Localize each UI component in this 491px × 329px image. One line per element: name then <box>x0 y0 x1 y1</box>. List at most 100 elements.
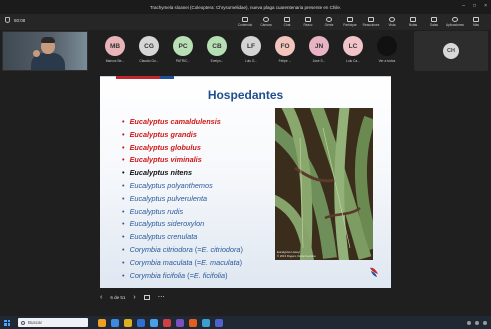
previous-slide-icon[interactable]: ‹ <box>100 294 102 301</box>
bullet-icon: • <box>122 270 125 280</box>
bullet-icon: • <box>122 257 125 267</box>
slide-blue-bar <box>160 76 174 79</box>
participant-tile[interactable]: CG Claudio Go... <box>134 36 164 63</box>
species-item: • Eucalyptus globulus <box>122 142 243 155</box>
participant-tile[interactable]: PC PATRIC... <box>168 36 198 63</box>
next-slide-icon[interactable]: › <box>133 294 135 301</box>
taskbar-apps <box>98 318 223 327</box>
spotlight-tile[interactable]: CH <box>414 31 488 71</box>
avatar: CG <box>139 36 159 56</box>
volume-icon[interactable] <box>475 320 479 325</box>
species-primary-name: Eucalyptus crenulata <box>129 232 198 242</box>
participant-tile[interactable]: FO Felipe ... <box>270 36 300 63</box>
taskbar-app-icon[interactable] <box>202 318 210 327</box>
taskbar-search[interactable]: Buscar <box>18 318 88 327</box>
toolbar-emoji-button[interactable]: Reacciones <box>362 14 380 30</box>
minimize-button[interactable]: – <box>462 3 465 9</box>
toolbar-label: Aplicaciones <box>446 23 464 27</box>
avatar: LC <box>343 36 363 56</box>
species-item: • Corymbia maculata (=E. maculata) <box>122 257 243 270</box>
presentation-slide: Hospedantes • Eucalyptus camaldulensis • Eu… <box>100 76 391 288</box>
toolbar-reaction-button[interactable]: Reacc <box>299 14 317 30</box>
toolbar-chat-button[interactable]: Chat <box>278 14 296 30</box>
meeting-timer: 50:08 <box>5 17 25 23</box>
toolbar-people-button[interactable]: Gente <box>320 14 338 30</box>
species-name: Eucalyptus grandis <box>130 129 197 142</box>
participant-tile[interactable]: MB Marcos Be... <box>100 36 130 63</box>
species-synonym: E. maculata <box>201 257 240 267</box>
meeting-toolbar: 50:08 Contenido Cámara Chat Reacc Gente Parti… <box>0 14 491 30</box>
raise-hand-icon <box>347 17 353 22</box>
toolbar-label: Contenido <box>237 23 253 27</box>
toolbar-rooms-button[interactable]: Salas <box>425 14 443 30</box>
toolbar-label: Salas <box>430 23 438 27</box>
bullet-icon: • <box>122 244 125 254</box>
species-item: • Eucalyptus pulverulenta <box>122 193 243 206</box>
search-placeholder: Buscar <box>28 320 43 325</box>
slides-grid-icon[interactable] <box>143 294 150 300</box>
camera-icon <box>263 17 269 22</box>
close-button[interactable]: × <box>484 3 487 9</box>
toolbar-view-button[interactable]: Vista <box>383 14 401 30</box>
presenter-hand <box>33 50 40 57</box>
host-species-list: • Eucalyptus camaldulensis • Eucalyptus gra… <box>122 116 243 282</box>
participant-name: Evelyn... <box>210 59 224 63</box>
species-primary-name: Eucalyptus viminalis <box>129 155 202 165</box>
maximize-button[interactable]: □ <box>473 3 476 9</box>
bullet-icon: • <box>122 180 125 190</box>
more-icon <box>473 17 479 22</box>
species-name: Corymbia citriodora (=E. citriodora) <box>130 244 243 257</box>
taskbar-app-icon[interactable] <box>163 318 171 327</box>
taskbar-app-icon[interactable] <box>150 318 158 327</box>
toolbar-more-button[interactable]: Más <box>467 14 485 30</box>
self-video[interactable] <box>2 31 88 71</box>
participant-tile[interactable]: CB Evelyn... <box>202 36 232 63</box>
species-item: • Eucalyptus rudis <box>122 206 243 219</box>
taskbar-app-icon[interactable] <box>189 318 197 327</box>
toolbar-label: Chat <box>283 23 291 27</box>
window-title: Trachymela sloanei (Coleoptera: Chrysome… <box>149 4 342 10</box>
toolbar-label: Reacc <box>303 23 313 27</box>
toolbar-raise-hand-button[interactable]: Participar <box>341 14 359 30</box>
species-name: Eucalyptus camaldulensis <box>130 116 221 129</box>
toolbar-label: Participar <box>343 23 357 27</box>
more-options-icon[interactable]: ⋯ <box>158 293 165 301</box>
network-icon[interactable] <box>467 320 471 325</box>
toolbar-apps-button[interactable]: Aplicaciones <box>446 14 464 30</box>
people-icon <box>326 17 332 22</box>
species-synonym: E. citriodora <box>201 244 241 254</box>
taskbar-app-icon[interactable] <box>176 318 184 327</box>
species-name: Eucalyptus rudis <box>130 206 184 219</box>
participant-name: José S... <box>312 59 326 63</box>
participant-tile[interactable]: LC Luis Ca... <box>338 36 368 63</box>
windows-start-icon[interactable] <box>4 319 10 326</box>
species-primary-name: Eucalyptus globulus <box>129 142 201 152</box>
avatar: MB <box>105 36 125 56</box>
avatar: JN <box>309 36 329 56</box>
toolbar-label: Vista <box>388 23 396 27</box>
toolbar-camera-button[interactable]: Cámara <box>257 14 275 30</box>
synonym-open: (= <box>185 270 194 280</box>
participant-name: Luis G... <box>244 59 258 63</box>
participant-tile[interactable]: Ver a todos <box>372 36 402 63</box>
taskbar-app-icon[interactable] <box>98 318 106 327</box>
toolbar-share-button[interactable]: Contenido <box>236 14 254 30</box>
species-item: • Eucalyptus crenulata <box>122 231 243 244</box>
notification-icon[interactable] <box>483 320 487 325</box>
institution-logo-icon <box>370 267 378 277</box>
rooms-icon <box>431 17 437 22</box>
participant-name: Marcos Be... <box>105 59 125 63</box>
taskbar-app-icon[interactable] <box>111 318 119 327</box>
toolbar-notes-button[interactable]: Notas <box>404 14 422 30</box>
toolbar-label: Más <box>472 23 480 27</box>
taskbar-app-icon[interactable] <box>124 318 132 327</box>
bullet-icon: • <box>122 155 125 165</box>
species-primary-name: Eucalyptus sideroxylon <box>129 219 205 229</box>
participant-tile[interactable]: LF Luis G... <box>236 36 266 63</box>
taskbar-app-icon[interactable] <box>137 318 145 327</box>
bullet-icon: • <box>122 206 125 216</box>
avatar: FO <box>275 36 295 56</box>
taskbar-app-icon[interactable] <box>215 318 223 327</box>
slide-navigation: ‹ 6 de 51 › ⋯ <box>100 293 165 302</box>
participant-tile[interactable]: JN José S... <box>304 36 334 63</box>
